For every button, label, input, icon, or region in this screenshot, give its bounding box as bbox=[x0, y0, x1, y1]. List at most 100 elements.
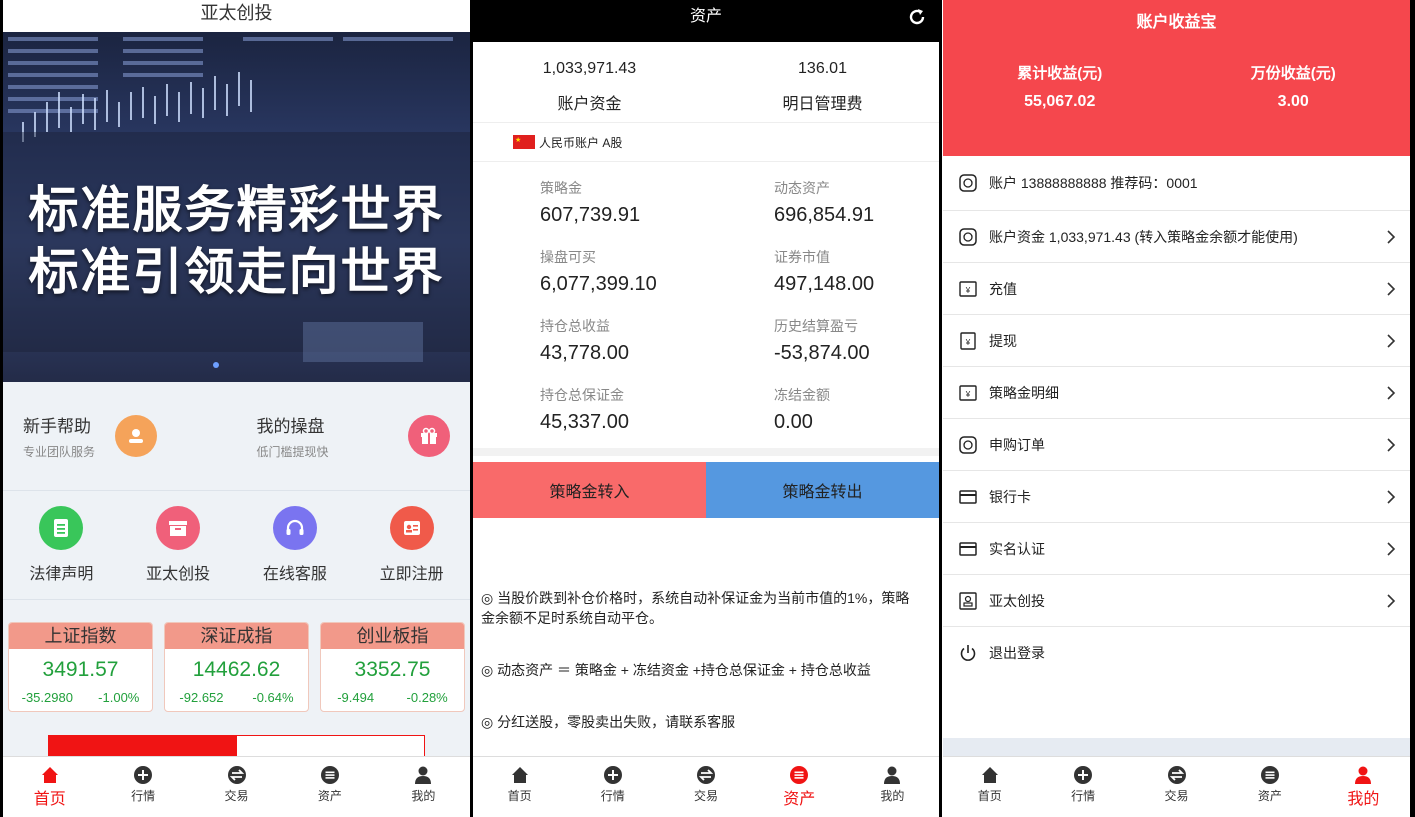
index-value: 3352.75 bbox=[354, 658, 431, 681]
banner-carousel[interactable]: 标准服务精彩世界 标准引领走向世界 bbox=[3, 32, 470, 382]
quick-item-support[interactable]: 在线客服 bbox=[237, 491, 354, 599]
asset-value: 497,148.00 bbox=[774, 273, 875, 295]
index-card-chinext[interactable]: 创业板指 3352.75 -9.494 -0.28% bbox=[320, 622, 465, 712]
nav-mine[interactable]: 我的 bbox=[846, 757, 939, 817]
nav-assets[interactable]: 资产 bbox=[1223, 757, 1316, 817]
asset-value: 6,077,399.10 bbox=[540, 273, 657, 295]
asset-value: 696,854.91 bbox=[774, 204, 875, 226]
transfer-buttons: 策略金转入 策略金转出 bbox=[473, 462, 939, 518]
nav-assets[interactable]: 资产 bbox=[753, 757, 846, 817]
quick-item-legal[interactable]: 法律声明 bbox=[3, 491, 120, 599]
banner-slogan-2: 标准引领走向世界 bbox=[28, 244, 445, 300]
profile-screen: 账户收益宝 累计收益(元) 55,067.02 万份收益(元) 3.00 账户 … bbox=[943, 0, 1410, 817]
quick-label: 在线客服 bbox=[262, 566, 327, 583]
nav-trade[interactable]: 交易 bbox=[1130, 757, 1223, 817]
menu-item-bank-card[interactable]: 银行卡 bbox=[943, 471, 1410, 523]
menu-item-withdraw[interactable]: ¥ 提现 bbox=[943, 315, 1410, 367]
swap-icon bbox=[1167, 766, 1186, 784]
mgmt-fee-value: 136.01 bbox=[798, 60, 847, 77]
index-card-shanghai[interactable]: 上证指数 3491.57 -35.2980 -1.00% bbox=[8, 622, 153, 712]
quick-links-row: 法律声明 亚太创投 在线客服 立即注册 bbox=[3, 491, 470, 600]
asset-cell: 持仓总保证金 45,337.00 bbox=[473, 377, 706, 446]
asset-label: 策略金 bbox=[540, 180, 582, 196]
bottom-nav: 首页 行情 交易 资产 我的 bbox=[473, 756, 939, 817]
index-change: -9.494 bbox=[337, 690, 375, 705]
menu-item-account-funds[interactable]: 账户资金 1,033,971.43 (转入策略金余额才能使用) bbox=[943, 211, 1410, 263]
menu-item-recharge[interactable]: ¥ 充值 bbox=[943, 263, 1410, 315]
page-title: 亚太创投 bbox=[3, 0, 470, 32]
quick-item-register[interactable]: 立即注册 bbox=[353, 491, 470, 599]
carousel-dot[interactable] bbox=[213, 362, 219, 368]
bottom-nav: 首页 行情 交易 资产 我的 bbox=[3, 756, 470, 817]
chevron-right-icon bbox=[1387, 281, 1396, 296]
nav-mine[interactable]: 我的 bbox=[377, 757, 470, 817]
recharge-icon: ¥ bbox=[959, 280, 977, 297]
nav-label: 资产 bbox=[1257, 789, 1282, 803]
wallet-icon bbox=[320, 766, 339, 784]
help-item-my-trading[interactable]: 我的操盘 低门槛提现快 bbox=[237, 382, 471, 490]
nav-market[interactable]: 行情 bbox=[1036, 757, 1129, 817]
menu-label: 充值 bbox=[989, 280, 1017, 297]
box-icon bbox=[156, 506, 201, 550]
menu-label: 策略金明细 bbox=[989, 384, 1059, 401]
help-item-newbie[interactable]: 新手帮助 专业团队服务 bbox=[3, 382, 237, 490]
page-title: 资产 bbox=[473, 0, 939, 42]
asset-label: 持仓总收益 bbox=[540, 318, 610, 334]
nav-trade[interactable]: 交易 bbox=[190, 757, 283, 817]
index-percent: -1.00% bbox=[98, 690, 140, 705]
index-card-shenzhen[interactable]: 深证成指 14462.62 -92.652 -0.64% bbox=[164, 622, 309, 712]
transfer-out-button[interactable]: 策略金转出 bbox=[706, 462, 939, 518]
asset-label: 历史结算盈亏 bbox=[774, 318, 858, 334]
refresh-icon[interactable] bbox=[907, 7, 927, 27]
home-icon bbox=[981, 767, 998, 783]
nav-market[interactable]: 行情 bbox=[566, 757, 659, 817]
help-subtitle: 专业团队服务 bbox=[23, 445, 96, 459]
user-icon bbox=[415, 766, 432, 784]
menu-item-id-verify[interactable]: 实名认证 bbox=[943, 523, 1410, 575]
plus-circle-icon bbox=[603, 766, 622, 784]
menu-item-strategy-ledger[interactable]: ¥ 策略金明细 bbox=[943, 367, 1410, 419]
nav-label: 我的 bbox=[1347, 791, 1380, 808]
nav-home[interactable]: 首页 bbox=[473, 757, 566, 817]
menu-item-orders[interactable]: 申购订单 bbox=[943, 419, 1410, 471]
asset-cell: 动态资产 696,854.91 bbox=[706, 170, 939, 239]
nav-label: 交易 bbox=[694, 789, 719, 803]
id-card-icon bbox=[389, 506, 434, 550]
nav-trade[interactable]: 交易 bbox=[659, 757, 752, 817]
nav-label: 我的 bbox=[880, 789, 905, 803]
menu-item-company[interactable]: 亚太创投 bbox=[943, 575, 1410, 627]
account-summary: 1,033,971.43 账户资金 136.01 明日管理费 bbox=[473, 42, 939, 122]
nav-assets[interactable]: 资产 bbox=[283, 757, 376, 817]
index-cards: 上证指数 3491.57 -35.2980 -1.00% 深证成指 14462.6… bbox=[3, 600, 470, 712]
nav-home[interactable]: 首页 bbox=[943, 757, 1036, 817]
menu-label: 亚太创投 bbox=[989, 592, 1045, 609]
per-10k-earnings-value: 3.00 bbox=[1277, 93, 1309, 110]
bank-card-icon bbox=[959, 489, 977, 504]
note-dynamic-assets: ◎ 动态资产 ＝ 策略金 + 冻结资金 +持仓总保证金 + 持仓总收益 bbox=[481, 662, 871, 678]
wallet-icon bbox=[790, 766, 809, 784]
id-verify-icon bbox=[959, 541, 977, 556]
earnings-header: 账户收益宝 累计收益(元) 55,067.02 万份收益(元) 3.00 bbox=[943, 0, 1410, 156]
asset-grid: 策略金 607,739.91 动态资产 696,854.91 操盘可买 6,077,3… bbox=[473, 162, 939, 446]
home-icon bbox=[511, 767, 528, 783]
nav-label: 行情 bbox=[600, 789, 625, 803]
nav-home[interactable]: 首页 bbox=[3, 757, 96, 817]
nav-mine[interactable]: 我的 bbox=[1317, 757, 1410, 817]
nav-market[interactable]: 行情 bbox=[96, 757, 189, 817]
index-name: 上证指数 bbox=[9, 623, 152, 649]
divider bbox=[1410, 0, 1415, 817]
order-icon bbox=[959, 435, 977, 454]
index-change: -35.2980 bbox=[21, 690, 73, 705]
index-value: 3491.57 bbox=[42, 658, 119, 681]
help-title: 我的操盘 bbox=[256, 417, 325, 436]
quick-item-company[interactable]: 亚太创投 bbox=[120, 491, 237, 599]
transfer-in-button[interactable]: 策略金转入 bbox=[473, 462, 706, 518]
document-icon bbox=[39, 506, 84, 550]
chevron-right-icon bbox=[1387, 385, 1396, 400]
index-percent: -0.64% bbox=[252, 690, 294, 705]
chevron-right-icon bbox=[1387, 333, 1396, 348]
asset-value: 607,739.91 bbox=[540, 204, 641, 226]
asset-value: -53,874.00 bbox=[774, 342, 870, 364]
menu-label: 提现 bbox=[989, 332, 1017, 349]
page-title: 账户收益宝 bbox=[1136, 14, 1217, 31]
